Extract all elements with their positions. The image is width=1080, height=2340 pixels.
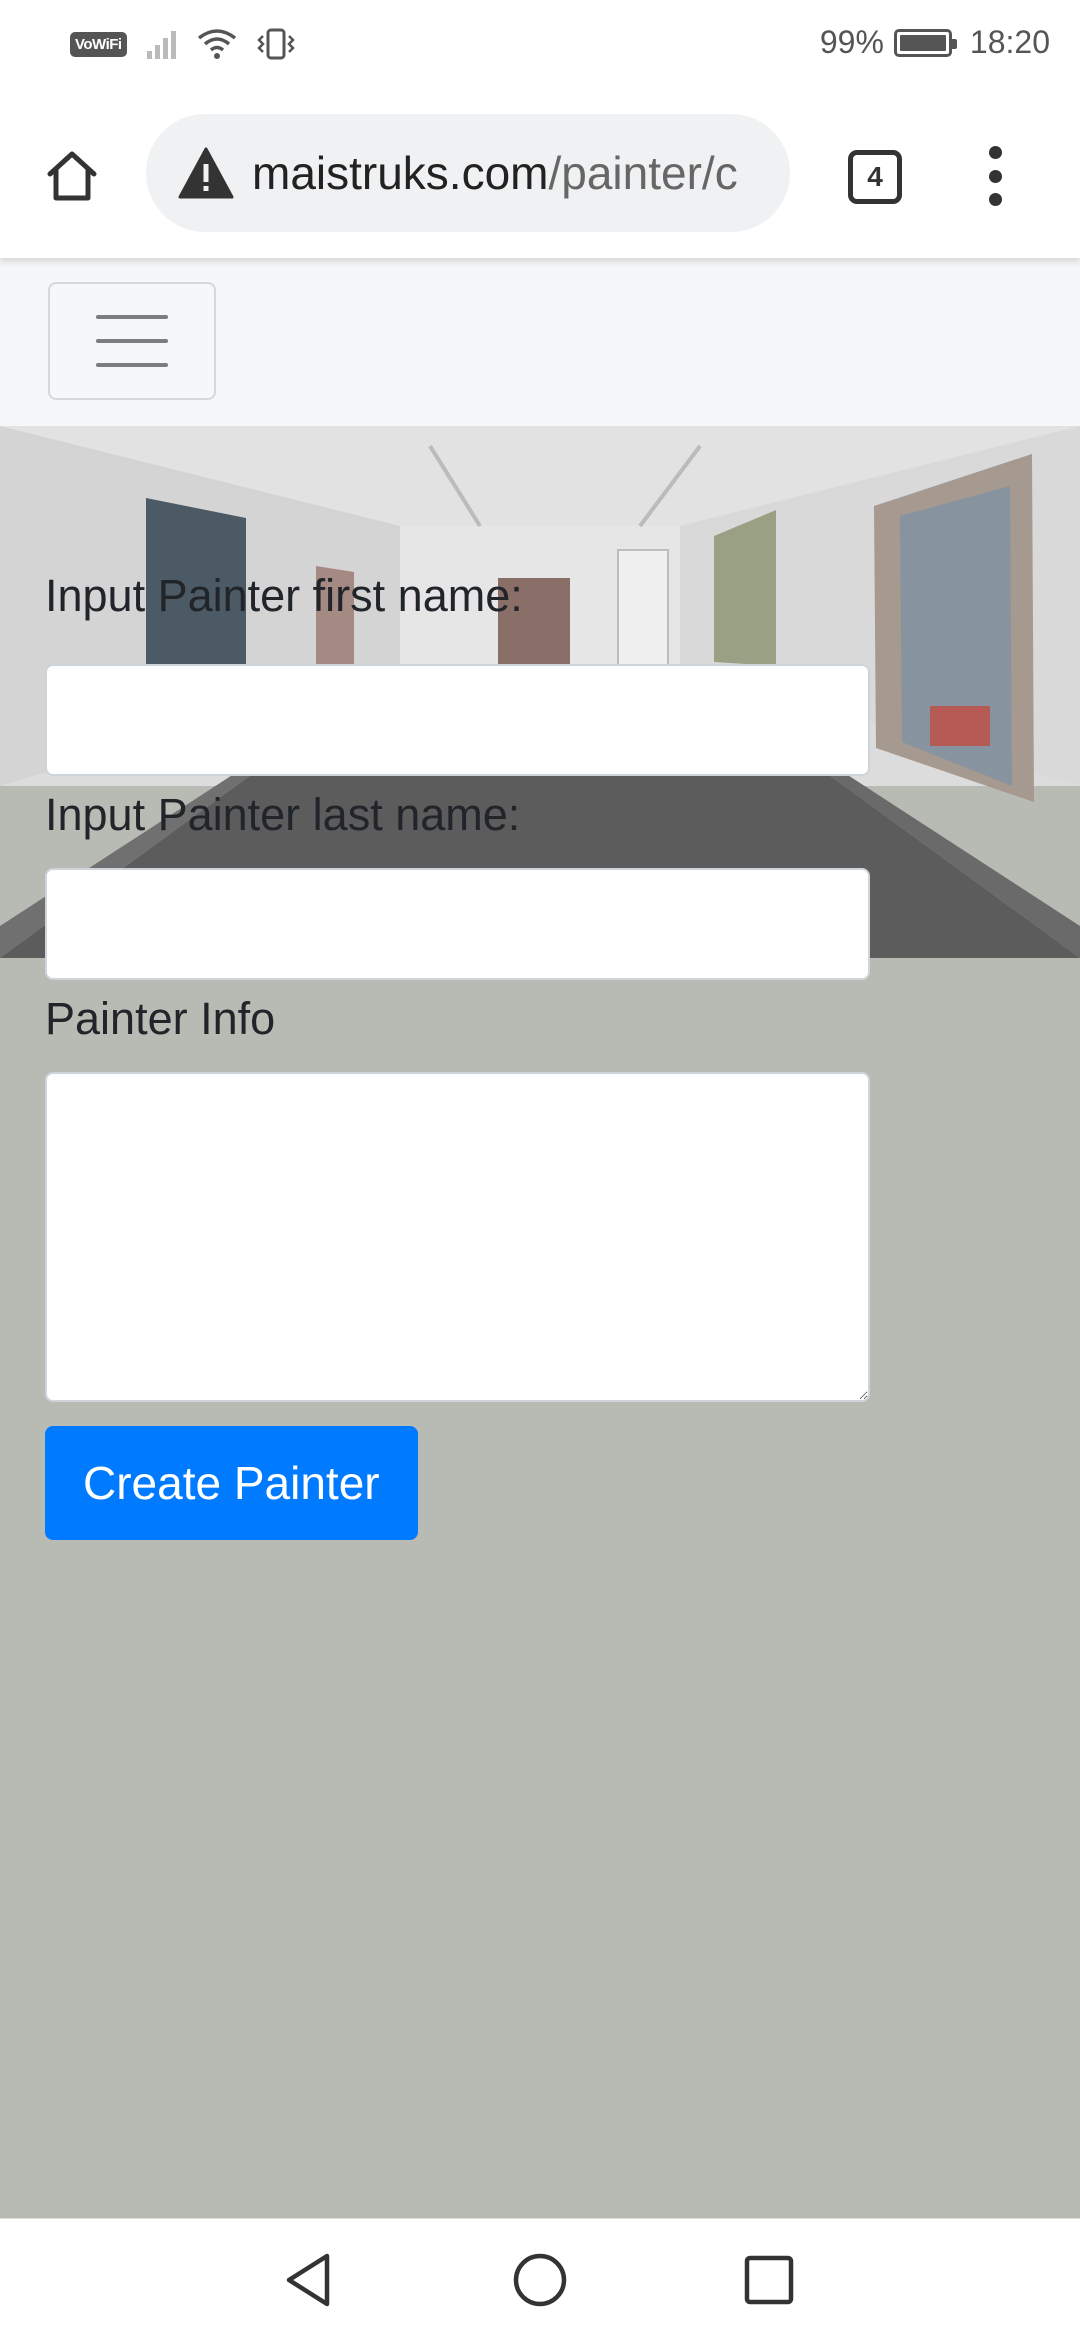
home-button[interactable] bbox=[36, 140, 108, 212]
vowifi-badge: VoWiFi bbox=[70, 31, 127, 57]
url-path: /painter/c bbox=[548, 147, 738, 199]
home-nav-button[interactable] bbox=[509, 2249, 571, 2311]
url-bar[interactable]: maistruks.com/painter/c bbox=[146, 114, 790, 232]
last-name-label: Input Painter last name: bbox=[45, 789, 521, 840]
home-icon bbox=[47, 151, 97, 201]
back-triangle-icon bbox=[286, 2253, 330, 2307]
create-painter-button[interactable]: Create Painter bbox=[45, 1426, 418, 1540]
status-bar: VoWiFi 99% 18:20 bbox=[0, 0, 1080, 92]
status-left: VoWiFi bbox=[70, 28, 297, 60]
wifi-icon bbox=[197, 29, 236, 59]
battery-icon bbox=[893, 28, 957, 57]
create-painter-form: Input Painter first name: Input Painter … bbox=[45, 570, 870, 1540]
menu-line-icon bbox=[96, 363, 168, 367]
first-name-input[interactable] bbox=[45, 664, 870, 776]
more-dot-icon bbox=[988, 146, 1002, 159]
painter-info-textarea[interactable] bbox=[45, 1072, 870, 1402]
more-options-button[interactable] bbox=[980, 140, 1010, 212]
back-button[interactable] bbox=[278, 2249, 340, 2311]
tab-switcher-button[interactable]: 4 bbox=[848, 150, 902, 204]
tab-count: 4 bbox=[867, 161, 883, 192]
menu-line-icon bbox=[96, 339, 168, 343]
first-name-label: Input Painter first name: bbox=[45, 570, 523, 621]
signal-icon bbox=[146, 31, 176, 59]
last-name-input[interactable] bbox=[45, 868, 870, 980]
site-navbar bbox=[0, 258, 1080, 426]
menu-line-icon bbox=[96, 315, 168, 319]
recents-square-icon bbox=[744, 2255, 794, 2305]
url-text: maistruks.com/painter/c bbox=[252, 146, 738, 200]
more-dot-icon bbox=[988, 193, 1002, 206]
status-right: 99% 18:20 bbox=[820, 24, 1050, 61]
navbar-toggler-button[interactable] bbox=[48, 282, 216, 400]
browser-toolbar: maistruks.com/painter/c 4 bbox=[0, 92, 1080, 258]
painter-info-label: Painter Info bbox=[45, 993, 276, 1044]
system-navigation-bar bbox=[0, 2218, 1080, 2340]
clock: 18:20 bbox=[969, 24, 1050, 60]
more-dot-icon bbox=[988, 169, 1002, 183]
warning-icon[interactable] bbox=[176, 143, 236, 203]
battery-percent: 99% bbox=[819, 24, 884, 60]
vibrate-icon bbox=[256, 28, 295, 60]
recents-button[interactable] bbox=[738, 2249, 800, 2311]
home-circle-icon bbox=[513, 2253, 567, 2307]
url-domain: maistruks.com bbox=[252, 147, 549, 199]
